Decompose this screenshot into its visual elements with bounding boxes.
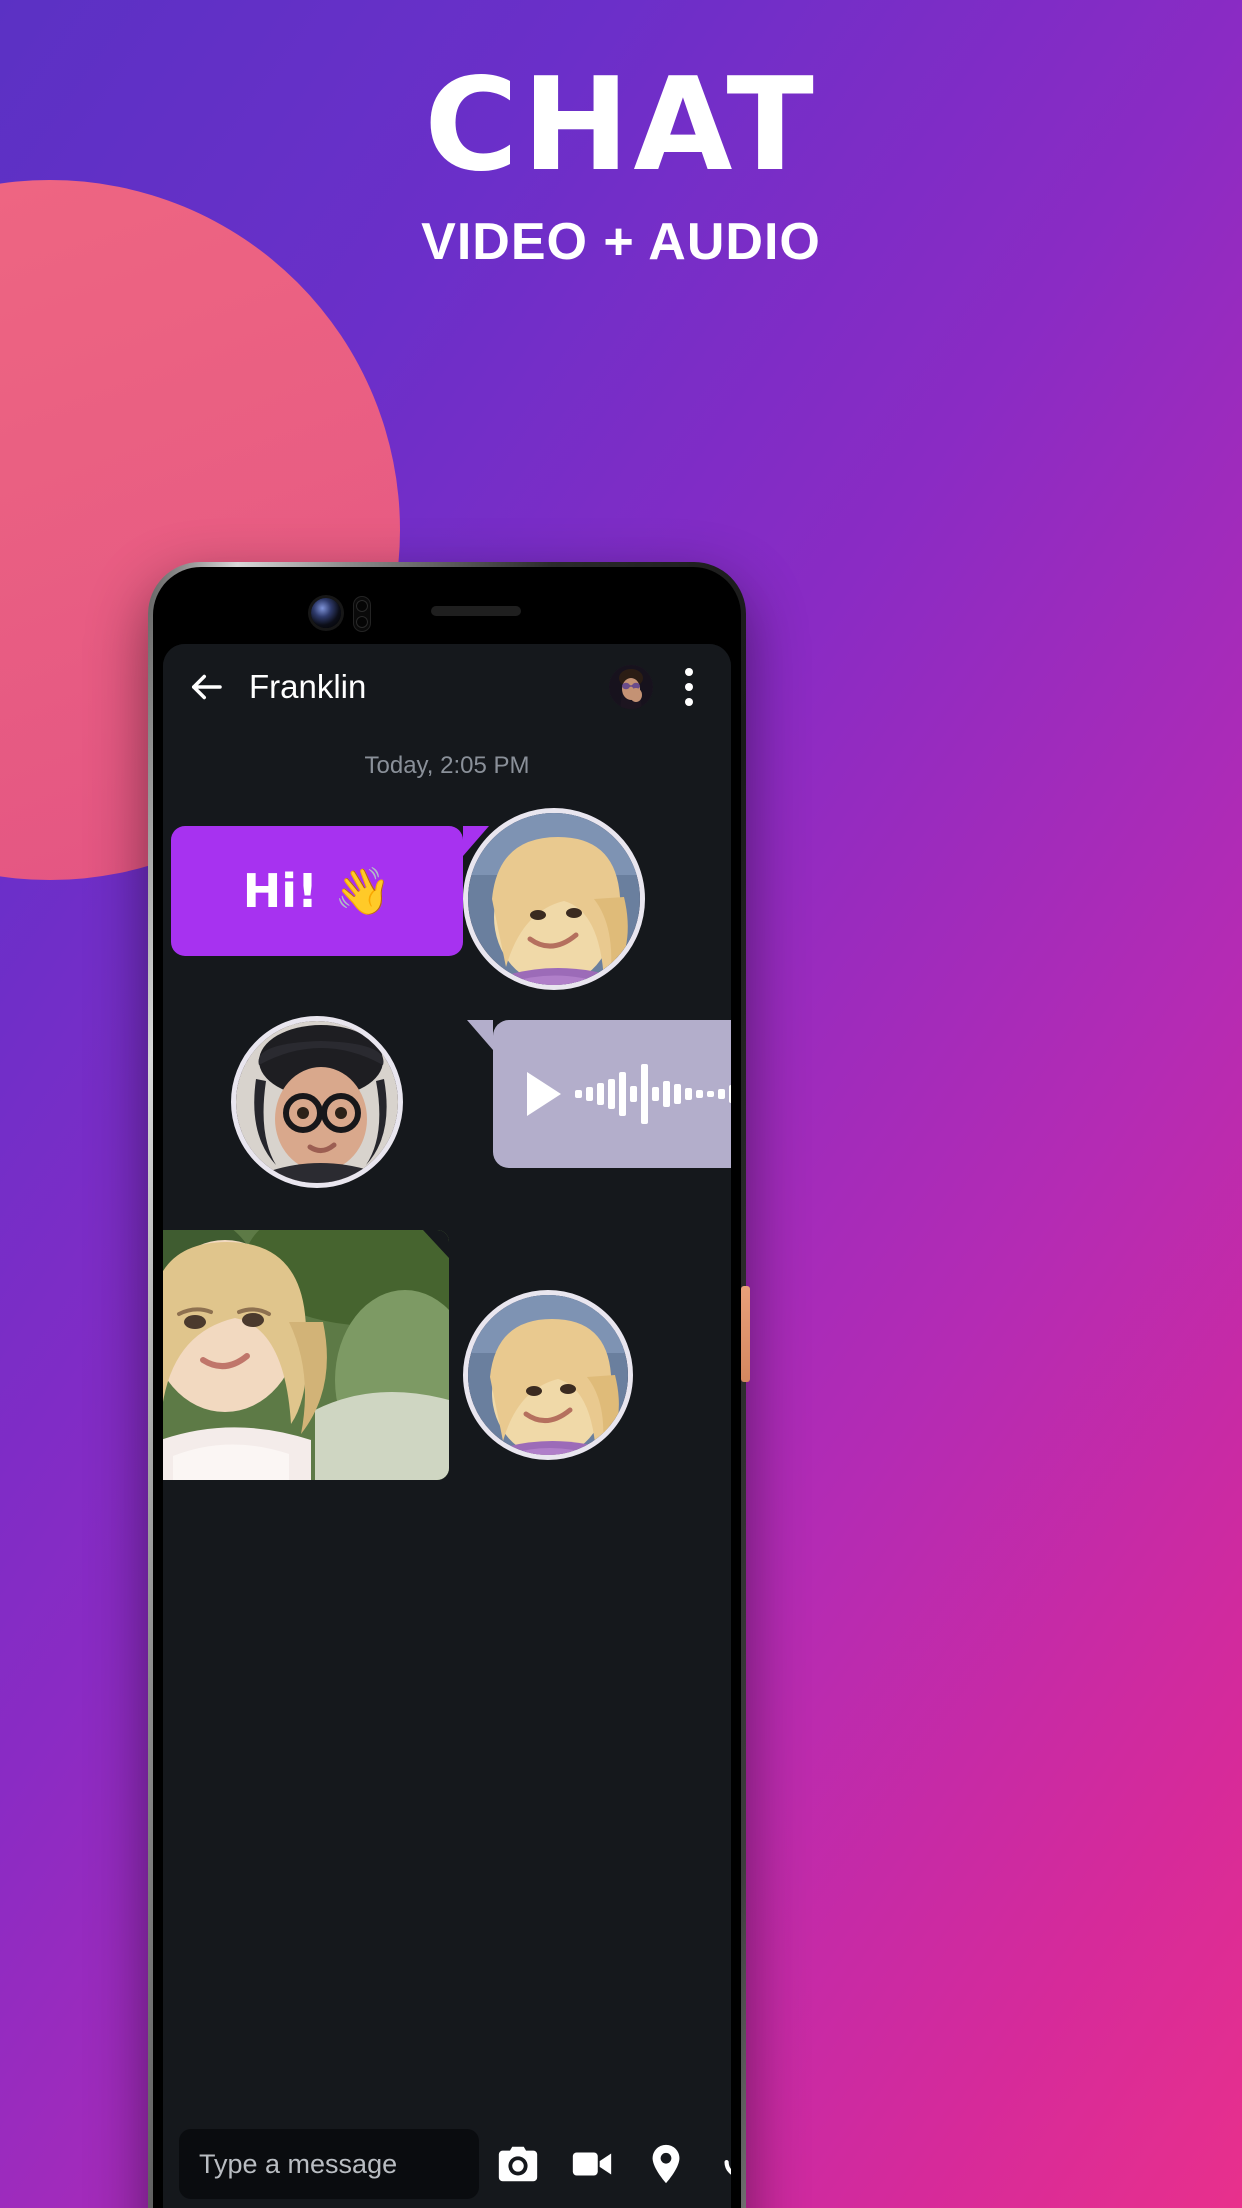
phone-screen: Franklin Today, 2:05 PM Hi! 👋 Type a mes… xyxy=(163,644,731,2208)
message-text: Hi! 👋 xyxy=(242,863,392,918)
promo-headline: CHAT VIDEO + AUDIO xyxy=(0,62,1242,272)
contact-name: Franklin xyxy=(249,668,367,705)
message-avatar[interactable] xyxy=(231,1016,403,1188)
phone-bezel: Franklin Today, 2:05 PM Hi! 👋 Type a mes… xyxy=(153,567,741,2208)
audio-waveform xyxy=(575,1064,731,1124)
microphone-icon[interactable] xyxy=(705,2129,731,2199)
page-subtitle: VIDEO + AUDIO xyxy=(421,213,821,271)
message-photo[interactable] xyxy=(163,1230,449,1480)
message-avatar[interactable] xyxy=(463,1290,633,1460)
message-bubble-audio[interactable] xyxy=(467,1020,731,1168)
kebab-menu-icon[interactable] xyxy=(669,665,709,709)
front-camera-icon xyxy=(311,598,341,628)
play-icon[interactable] xyxy=(527,1072,561,1116)
message-bubble-text[interactable]: Hi! 👋 xyxy=(171,826,489,956)
page-title: CHAT xyxy=(424,51,818,200)
video-camera-icon[interactable] xyxy=(557,2129,627,2199)
chat-app-bar: Franklin xyxy=(163,644,731,730)
phone-mockup: Franklin Today, 2:05 PM Hi! 👋 Type a mes… xyxy=(148,562,750,2208)
search-input message-input[interactable] xyxy=(179,2129,479,2199)
location-pin-icon[interactable] xyxy=(631,2129,701,2199)
day-timestamp: Today, 2:05 PM xyxy=(364,752,530,779)
camera-icon[interactable] xyxy=(483,2129,553,2199)
message-thread[interactable]: Today, 2:05 PM Hi! 👋 xyxy=(163,730,731,2105)
power-button[interactable] xyxy=(741,1286,750,1382)
proximity-sensor-icon xyxy=(353,596,371,632)
phone-top-bezel xyxy=(163,576,731,644)
earpiece-speaker-icon xyxy=(431,606,521,616)
message-composer xyxy=(163,2105,731,2208)
message-avatar[interactable] xyxy=(463,808,645,990)
arrow-left-icon[interactable] xyxy=(185,666,227,708)
contact-avatar[interactable] xyxy=(609,665,653,709)
